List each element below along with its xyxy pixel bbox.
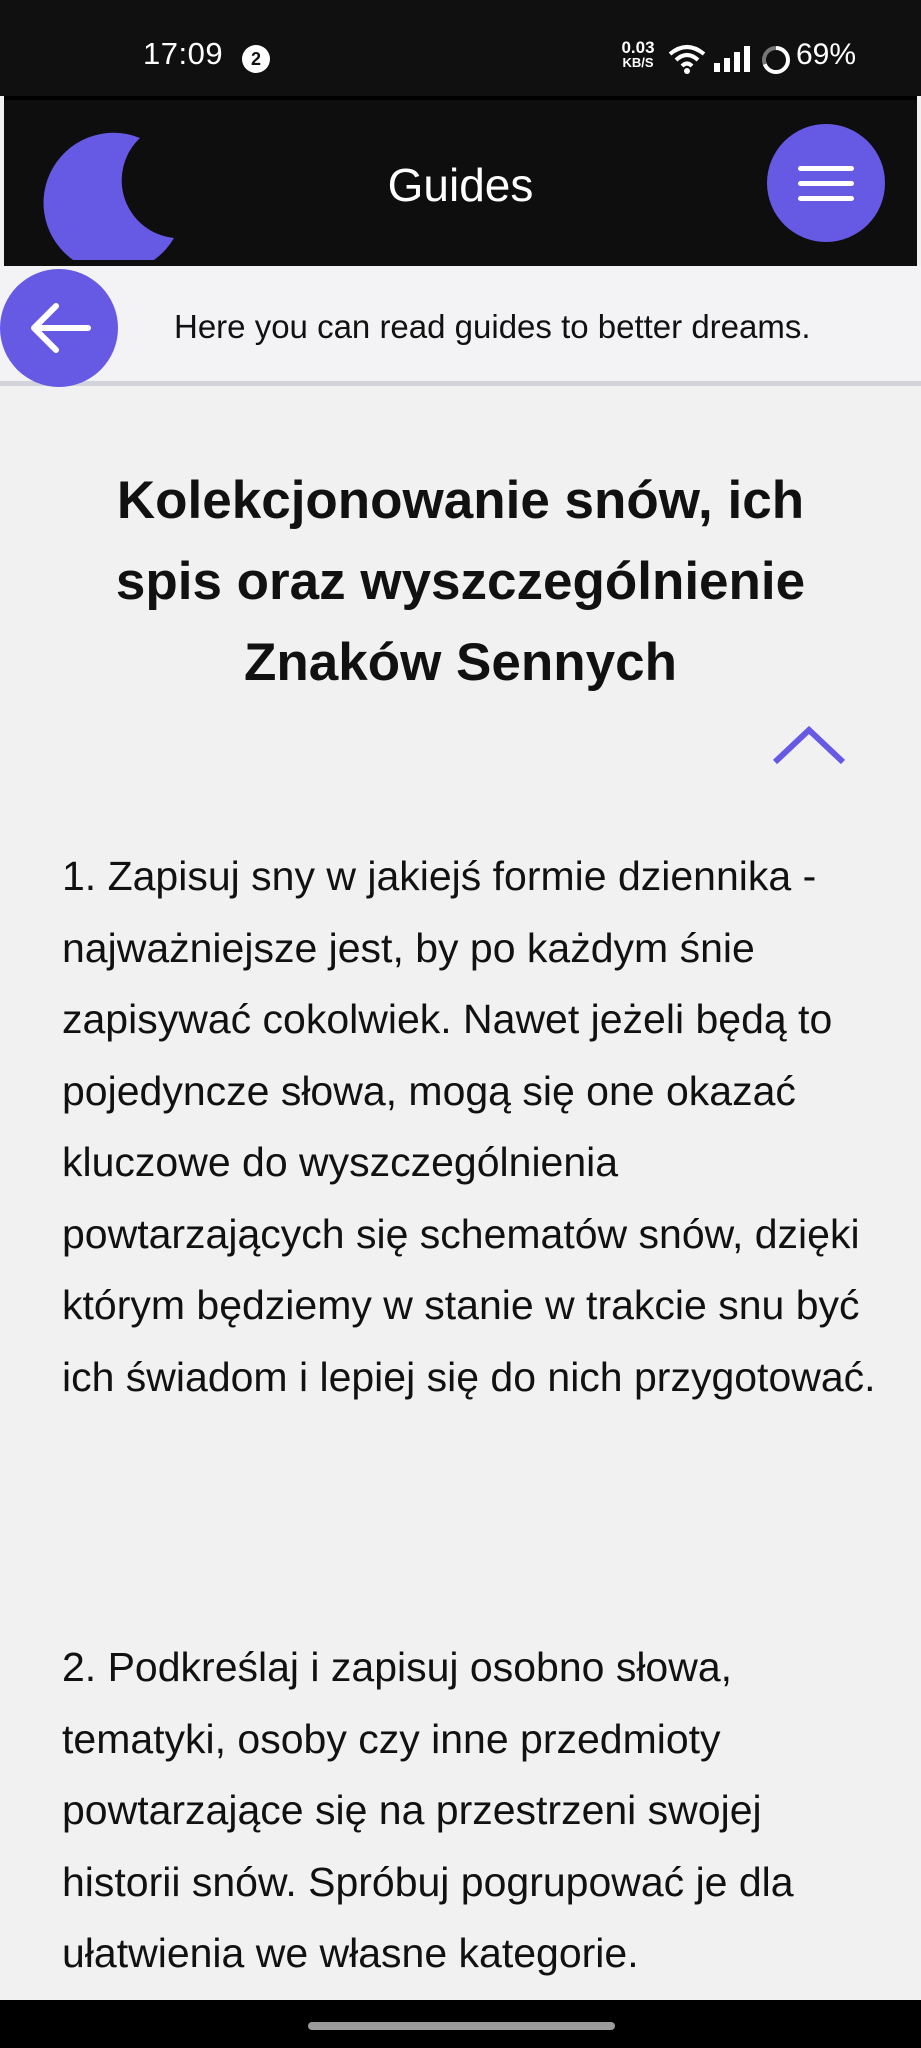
status-time: 17:09	[143, 36, 224, 71]
subheader: Here you can read guides to better dream…	[0, 266, 921, 387]
battery-percentage: 69%	[796, 38, 857, 71]
network-speed-unit: KB/S	[622, 55, 654, 70]
battery-icon	[760, 44, 792, 81]
subheader-text: Here you can read guides to better dream…	[174, 308, 811, 345]
hamburger-icon-bar	[798, 180, 854, 186]
article-title: Kolekcjonowanie snów, ich spis oraz wysz…	[115, 471, 806, 692]
hamburger-icon-bar	[798, 195, 854, 201]
arrow-left-icon	[31, 303, 91, 353]
signal-icon	[714, 46, 754, 77]
article-paragraph-1: 1. Zapisuj sny w jakiejś formie dziennik…	[62, 853, 876, 1400]
network-speed: 0.03 KB/S	[616, 38, 660, 70]
chevron-up-icon[interactable]	[772, 724, 846, 771]
notification-badge: 2	[242, 45, 270, 73]
wifi-icon	[668, 44, 706, 79]
hamburger-icon	[798, 165, 854, 171]
network-speed-value: 0.03	[621, 38, 655, 57]
app-header: Guides	[4, 96, 917, 273]
home-indicator[interactable]	[308, 2022, 615, 2030]
article-paragraph-2: 2. Podkreślaj i zapisuj osobno słowa, te…	[62, 1644, 794, 1976]
navigation-bar	[0, 2000, 921, 2048]
menu-button[interactable]	[767, 124, 885, 242]
back-button[interactable]	[0, 269, 118, 387]
status-bar: 17:09 2 0.03 KB/S 69%	[0, 0, 921, 96]
